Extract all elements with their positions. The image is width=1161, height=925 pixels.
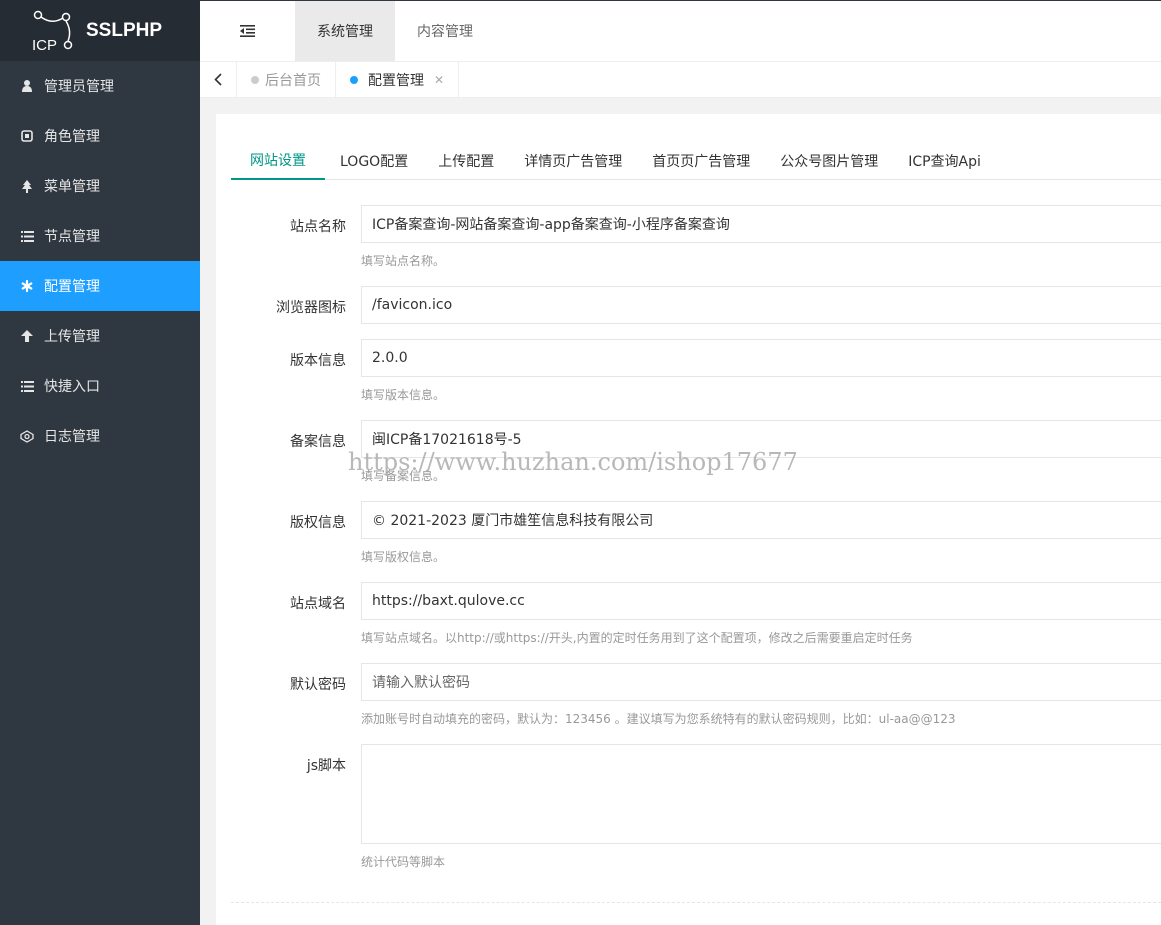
sidebar-item-label: 角色管理	[44, 129, 100, 145]
tree-icon	[20, 179, 34, 193]
form-divider	[231, 902, 1161, 903]
page-tab-label: 后台首页	[265, 72, 321, 89]
sidebar-item-config[interactable]: 配置管理	[0, 261, 200, 311]
list-icon	[20, 229, 34, 243]
default-password-label: 默认密码	[290, 677, 346, 693]
copyright-help: 填写版权信息。	[361, 550, 446, 564]
sidebar-item-admin[interactable]: 管理员管理	[0, 61, 200, 111]
sidebar-item-label: 节点管理	[44, 229, 100, 245]
copyright-label: 版权信息	[290, 515, 346, 531]
site-name-label: 站点名称	[290, 219, 346, 235]
favicon-label: 浏览器图标	[276, 300, 346, 316]
sidebar-toggle-button[interactable]	[200, 1, 295, 61]
gear-icon	[20, 279, 34, 293]
version-input[interactable]: 2.0.0	[361, 339, 1161, 377]
user-icon	[20, 79, 34, 93]
sidebar-item-label: 管理员管理	[44, 79, 114, 95]
tab-content-management[interactable]: 内容管理	[395, 1, 495, 61]
page-tab-config[interactable]: 配置管理 ✕	[336, 61, 460, 98]
sidebar: ICP SSLPHP 管理员管理 角色管理 菜单管理 节点管理 配置管理 上传管…	[0, 0, 200, 925]
favicon-input[interactable]: /favicon.ico	[361, 286, 1161, 324]
tab-dot-icon	[350, 75, 358, 84]
page-tabbar: 后台首页 配置管理 ✕	[200, 61, 1161, 98]
settings-card: 网站设置 LOGO配置 上传配置 详情页广告管理 首页页广告管理 公众号图片管理…	[216, 114, 1161, 925]
domain-help: 填写站点域名。以http://或https://开头,内置的定时任务用到了这个配…	[361, 631, 913, 645]
version-help: 填写版本信息。	[361, 388, 446, 402]
settings-tabs: 网站设置 LOGO配置 上传配置 详情页广告管理 首页页广告管理 公众号图片管理…	[231, 142, 1161, 180]
logo[interactable]: ICP SSLPHP	[0, 0, 200, 61]
settings-tab-home-ads[interactable]: 首页页广告管理	[637, 142, 765, 180]
sidebar-item-label: 快捷入口	[44, 379, 100, 395]
settings-tab-detail-ads[interactable]: 详情页广告管理	[509, 142, 637, 180]
domain-label: 站点域名	[290, 596, 346, 612]
sidebar-item-node[interactable]: 节点管理	[0, 211, 200, 261]
close-icon[interactable]: ✕	[434, 73, 444, 87]
js-script-textarea[interactable]	[361, 744, 1161, 844]
site-name-help: 填写站点名称。	[361, 254, 446, 268]
role-icon	[20, 129, 34, 143]
domain-input[interactable]: https://baxt.qulove.cc	[361, 582, 1161, 620]
version-label: 版本信息	[290, 353, 346, 369]
indent-icon	[240, 25, 255, 37]
js-script-label: js脚本	[306, 758, 346, 774]
default-password-help: 添加账号时自动填充的密码，默认为：123456 。建议填写为您系统特有的默认密码…	[361, 712, 956, 726]
tab-system-management[interactable]: 系统管理	[295, 1, 395, 61]
sidebar-item-menu[interactable]: 菜单管理	[0, 161, 200, 211]
settings-tab-upload[interactable]: 上传配置	[423, 142, 509, 180]
js-script-help: 统计代码等脚本	[361, 855, 446, 869]
copyright-input[interactable]: © 2021-2023 厦门市雄笙信息科技有限公司	[361, 501, 1161, 539]
settings-tab-wechat-images[interactable]: 公众号图片管理	[765, 142, 893, 180]
watermark: https://www.huzhan.com/ishop17677	[348, 448, 798, 476]
sidebar-item-label: 菜单管理	[44, 179, 100, 195]
site-name-input[interactable]: ICP备案查询-网站备案查询-app备案查询-小程序备案查询	[361, 205, 1161, 243]
sidebar-item-log[interactable]: 日志管理	[0, 411, 200, 461]
sidebar-item-upload[interactable]: 上传管理	[0, 311, 200, 361]
log-icon	[20, 429, 34, 443]
page-tab-label: 配置管理	[368, 72, 424, 89]
logo-mark-text: ICP	[32, 37, 57, 53]
logo-text: SSLPHP	[86, 19, 163, 41]
top-header: 系统管理 内容管理	[200, 0, 1161, 61]
sidebar-item-label: 上传管理	[44, 329, 100, 345]
list-icon	[20, 379, 34, 393]
arrow-up-icon	[20, 329, 34, 343]
settings-tab-site[interactable]: 网站设置	[231, 142, 325, 180]
sidebar-item-role[interactable]: 角色管理	[0, 111, 200, 161]
sidebar-item-label: 配置管理	[44, 279, 100, 295]
sidebar-item-shortcut[interactable]: 快捷入口	[0, 361, 200, 411]
logo-icon: ICP	[32, 10, 73, 53]
sidebar-item-label: 日志管理	[44, 429, 100, 445]
page-tab-home[interactable]: 后台首页	[237, 61, 336, 98]
default-password-input[interactable]: 请输入默认密码	[361, 663, 1161, 701]
settings-tab-icp-api[interactable]: ICP查询Api	[893, 142, 996, 180]
tab-dot-icon	[251, 75, 259, 84]
settings-tab-logo[interactable]: LOGO配置	[325, 142, 423, 180]
beian-label: 备案信息	[290, 434, 346, 450]
chevron-left-icon[interactable]	[200, 61, 237, 98]
